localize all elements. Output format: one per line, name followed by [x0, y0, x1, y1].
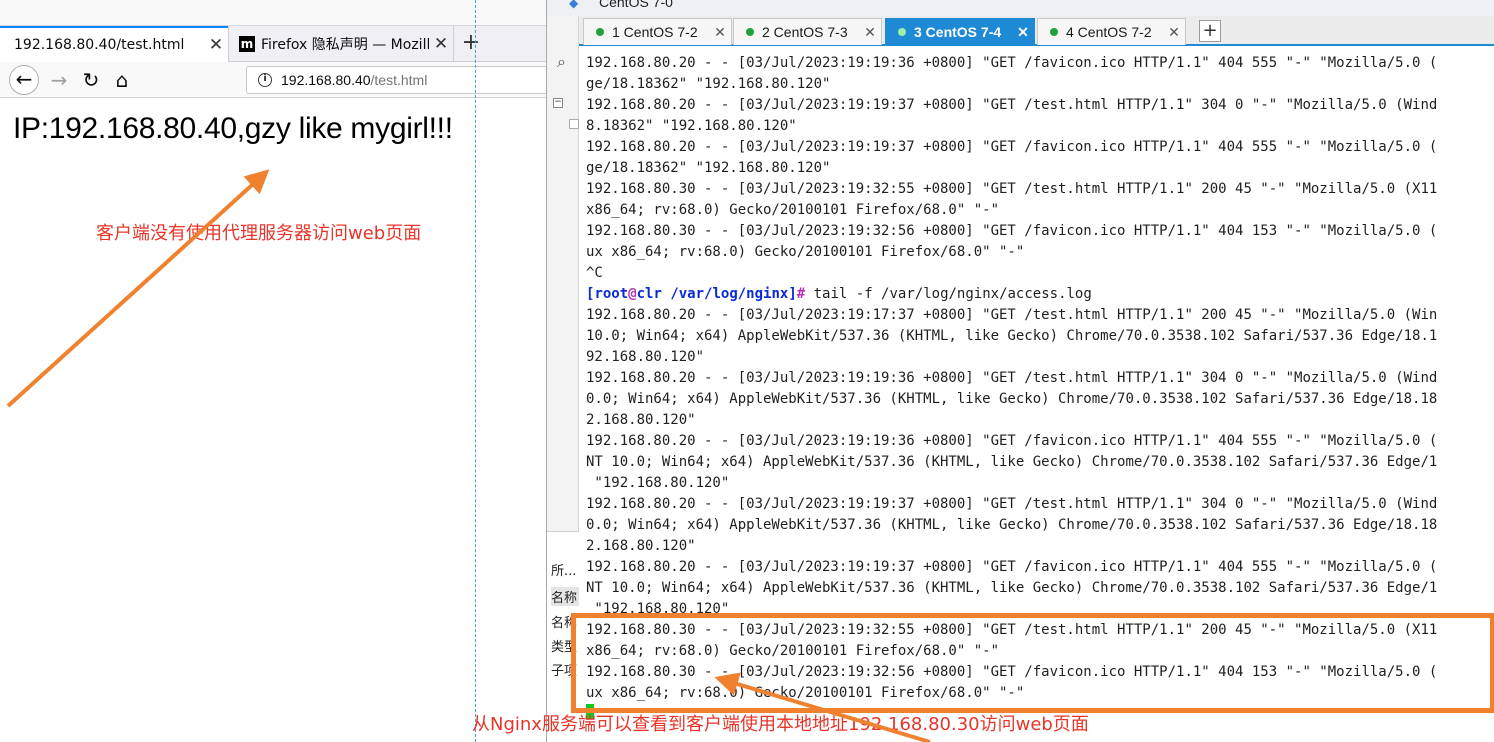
- firefox-tab-bar: 192.168.80.40/test.html ✕ m Firefox 隐私声明…: [0, 26, 546, 62]
- tab-privacy-notice[interactable]: m Firefox 隐私声明 — Mozilla ✕: [228, 26, 454, 62]
- connected-status-icon: [596, 28, 604, 36]
- mozilla-favicon-icon: m: [239, 36, 255, 52]
- log-line: 192.168.80.20 - - [03/Jul/2023:19:17:37 …: [586, 307, 1438, 323]
- log-line: 192.168.80.20 - - [03/Jul/2023:19:19:36 …: [586, 55, 1438, 71]
- prompt-host: clr: [636, 286, 662, 302]
- close-tab-icon[interactable]: ✕: [709, 24, 731, 41]
- url-host: 192.168.80.40: [281, 72, 371, 88]
- prompt-bracket: ]: [788, 286, 797, 302]
- firefox-window: 192.168.80.40/test.html ✕ m Firefox 隐私声明…: [0, 0, 546, 742]
- log-line: 2.168.80.120": [586, 538, 696, 554]
- tab-label: 192.168.80.40/test.html: [14, 37, 185, 53]
- terminal-lines: 192.168.80.20 - - [03/Jul/2023:19:19:36 …: [586, 53, 1437, 704]
- home-icon[interactable]: ⌂: [107, 65, 137, 95]
- log-line: 192.168.80.30 - - [03/Jul/2023:19:32:55 …: [586, 181, 1438, 197]
- annotation-no-proxy: 客户端没有使用代理服务器访问web页面: [96, 223, 422, 244]
- session-tab-3-active[interactable]: 3 CentOS 7-4 ✕: [885, 18, 1035, 45]
- log-line: x86_64; rv:68.0) Gecko/20100101 Firefox/…: [586, 202, 1000, 218]
- tree-item-icon[interactable]: [569, 119, 579, 129]
- session-tab-2[interactable]: 2 CentOS 7-3 ✕: [733, 18, 882, 45]
- window-title: CentOS 7-0: [599, 0, 673, 10]
- connected-status-icon: [746, 28, 754, 36]
- log-line: 0.0; Win64; x64) AppleWebKit/537.36 (KHT…: [586, 391, 1438, 407]
- connected-status-icon: [1050, 28, 1058, 36]
- log-line: ^C: [586, 265, 603, 281]
- prompt-dir: /var/log/nginx: [661, 286, 789, 302]
- firefox-nav-bar: ← → ↻ ⌂ i 192.168.80.40/test.html: [0, 62, 546, 98]
- tab-label: Firefox 隐私声明 — Mozilla: [261, 37, 429, 53]
- log-line: 192.168.80.20 - - [03/Jul/2023:19:19:37 …: [586, 97, 1438, 113]
- add-session-tab-button[interactable]: +: [1199, 20, 1221, 42]
- log-line: ux x86_64; rv:68.0) Gecko/20100101 Firef…: [586, 244, 1025, 260]
- close-tab-icon[interactable]: ✕: [1012, 24, 1034, 41]
- log-line: 8.18362" "192.168.80.120": [586, 118, 797, 134]
- tree-collapse-icon[interactable]: −: [553, 98, 563, 108]
- page-content: IP:192.168.80.40,gzy like mygirl!!! 客户端没…: [0, 98, 546, 742]
- log-line: 192.168.80.20 - - [03/Jul/2023:19:19:37 …: [586, 496, 1438, 512]
- firefox-title-strip: [0, 0, 546, 26]
- forward-arrow-icon[interactable]: →: [44, 65, 74, 95]
- reload-icon[interactable]: ↻: [76, 65, 106, 95]
- back-arrow-icon[interactable]: ←: [9, 65, 39, 95]
- log-line: 192.168.80.20 - - [03/Jul/2023:19:19:37 …: [586, 559, 1438, 575]
- log-line: 10.0; Win64; x64) AppleWebKit/537.36 (KH…: [586, 328, 1438, 344]
- log-line: ge/18.18362" "192.168.80.120": [586, 160, 831, 176]
- property-row[interactable]: 名称: [551, 587, 579, 606]
- highlight-box: [571, 613, 1494, 713]
- close-tab-icon[interactable]: ✕: [429, 34, 453, 54]
- annotation-nginx-log: 从Nginx服务端可以查看到客户端使用本地地址192.168.80.30访问we…: [472, 714, 1089, 735]
- prompt-command: tail -f /var/log/nginx/access.log: [805, 286, 1092, 302]
- connected-status-icon: [898, 28, 906, 36]
- shell-prompt-line: [root@clr /var/log/nginx]# tail -f /var/…: [586, 284, 1437, 305]
- log-line: 192.168.80.30 - - [03/Jul/2023:19:32:56 …: [586, 223, 1438, 239]
- url-bar[interactable]: i 192.168.80.40/test.html: [246, 66, 546, 94]
- log-line: 192.168.80.20 - - [03/Jul/2023:19:19:36 …: [586, 433, 1438, 449]
- close-tab-icon[interactable]: ✕: [204, 35, 228, 55]
- session-tab-bar: 1 CentOS 7-2 ✕ 2 CentOS 7-3 ✕ 3 CentOS 7…: [579, 16, 1494, 46]
- close-tab-icon[interactable]: ✕: [1163, 24, 1185, 41]
- prompt-user: root: [594, 286, 629, 302]
- properties-header: 所...: [551, 564, 577, 579]
- session-tab-label: 4 CentOS 7-2: [1066, 24, 1152, 40]
- log-line: NT 10.0; Win64; x64) AppleWebKit/537.36 …: [586, 580, 1438, 596]
- prompt-hash: #: [796, 286, 806, 302]
- search-icon[interactable]: ⌕: [557, 52, 566, 72]
- session-tab-label: 2 CentOS 7-3: [762, 24, 848, 40]
- session-tab-4[interactable]: 4 CentOS 7-2 ✕: [1037, 18, 1186, 45]
- page-heading: IP:192.168.80.40,gzy like mygirl!!!: [13, 112, 453, 145]
- xshell-app-icon: ◆: [569, 0, 579, 10]
- url-path: /test.html: [370, 72, 428, 88]
- log-line: 192.168.80.20 - - [03/Jul/2023:19:19:37 …: [586, 139, 1438, 155]
- log-line: 92.168.80.120": [586, 349, 705, 365]
- log-line: ge/18.18362" "192.168.80.120": [586, 76, 831, 92]
- log-line: 0.0; Win64; x64) AppleWebKit/537.36 (KHT…: [586, 517, 1438, 533]
- log-line: 2.168.80.120": [586, 412, 696, 428]
- session-tab-1[interactable]: 1 CentOS 7-2 ✕: [583, 18, 732, 45]
- new-tab-button[interactable]: +: [458, 26, 484, 62]
- tab-test-html[interactable]: 192.168.80.40/test.html ✕: [0, 26, 228, 62]
- log-line: "192.168.80.120": [586, 475, 730, 491]
- xshell-title-bar: ◆ CentOS 7-0: [547, 0, 1494, 16]
- prompt-at: @: [628, 286, 637, 302]
- info-icon[interactable]: i: [258, 73, 272, 87]
- dashed-guide-line: [475, 0, 476, 742]
- log-line: 192.168.80.20 - - [03/Jul/2023:19:19:36 …: [586, 370, 1438, 386]
- close-tab-icon[interactable]: ✕: [859, 24, 881, 41]
- session-tab-label: 3 CentOS 7-4: [914, 24, 1002, 40]
- log-line: NT 10.0; Win64; x64) AppleWebKit/537.36 …: [586, 454, 1438, 470]
- session-tab-label: 1 CentOS 7-2: [612, 24, 698, 40]
